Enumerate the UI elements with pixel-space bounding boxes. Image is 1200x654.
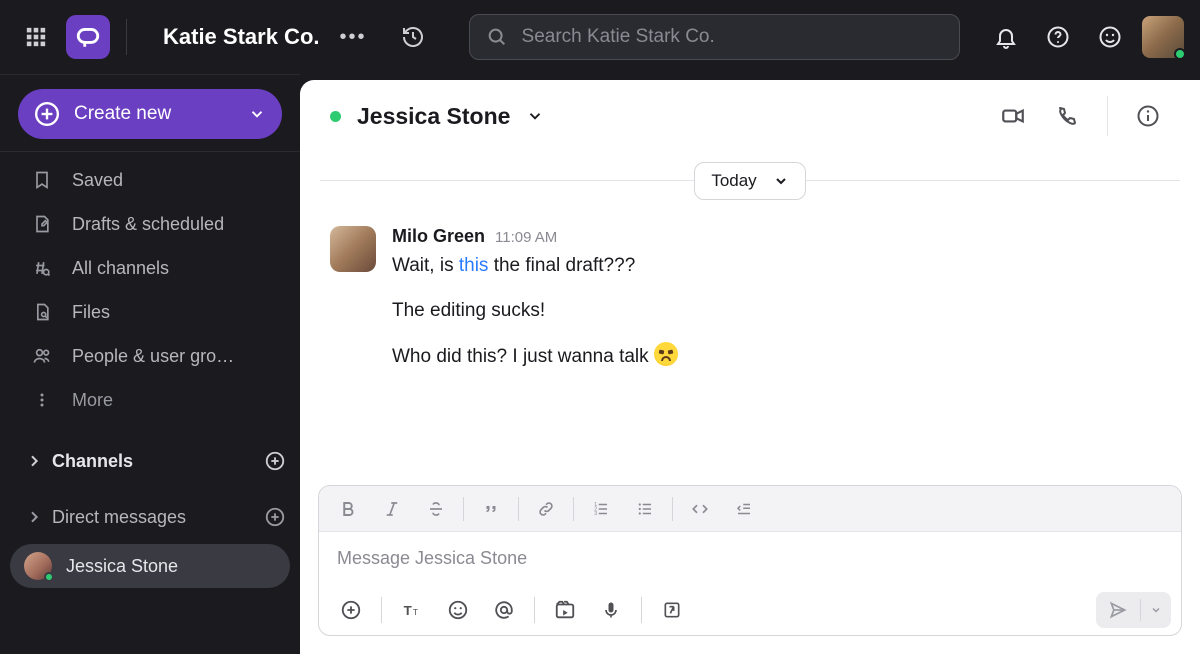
date-label: Today	[711, 171, 756, 191]
audio-call-icon[interactable]	[1045, 94, 1089, 138]
nav-label: Files	[72, 302, 110, 323]
sidebar: Create new Saved Drafts & scheduled All …	[0, 74, 300, 654]
ordered-list-icon[interactable]: 123	[580, 491, 622, 527]
org-menu-icon[interactable]: •••	[334, 26, 373, 49]
svg-text:3: 3	[594, 511, 597, 517]
send-icon[interactable]	[1096, 600, 1140, 620]
sidebar-item-saved[interactable]: Saved	[0, 158, 300, 202]
message-time: 11:09 AM	[495, 229, 557, 246]
message-list: Milo Green 11:09 AM Wait, is this the fi…	[300, 204, 1200, 483]
more-vertical-icon	[30, 390, 54, 410]
conversation-panel: Jessica Stone Today Milo Green 11:09 AM	[300, 80, 1200, 654]
formatting-toolbar: 123	[319, 486, 1181, 532]
org-name[interactable]: Katie Stark Co.	[163, 24, 320, 50]
people-icon	[30, 346, 54, 366]
chevron-down-icon	[773, 173, 789, 189]
sidebar-item-all-channels[interactable]: All channels	[0, 246, 300, 290]
hash-search-icon	[30, 258, 54, 278]
message: Milo Green 11:09 AM Wait, is this the fi…	[330, 226, 1170, 387]
message-text: Wait, is this the final draft??? The edi…	[392, 251, 1170, 371]
conversation-title[interactable]: Jessica Stone	[357, 103, 510, 130]
link-icon[interactable]	[525, 491, 567, 527]
dm-item-jessica-stone[interactable]: Jessica Stone	[10, 544, 290, 588]
angry-face-emoji	[654, 342, 678, 366]
bold-icon[interactable]	[327, 491, 369, 527]
italic-icon[interactable]	[371, 491, 413, 527]
search-icon	[486, 26, 508, 48]
date-separator: Today	[300, 152, 1200, 204]
section-label: Direct messages	[52, 507, 254, 528]
video-clip-icon[interactable]	[543, 590, 587, 630]
strikethrough-icon[interactable]	[415, 491, 457, 527]
dm-label: Jessica Stone	[66, 556, 178, 577]
emoji-picker-icon[interactable]	[436, 590, 480, 630]
quote-icon[interactable]	[470, 491, 512, 527]
attach-icon[interactable]	[329, 590, 373, 630]
search-input[interactable]	[522, 26, 943, 48]
conversation-header: Jessica Stone	[300, 80, 1200, 152]
add-dm-icon[interactable]	[264, 506, 286, 528]
notifications-icon[interactable]	[986, 17, 1026, 57]
send-button-group	[1096, 592, 1171, 628]
message-link[interactable]: this	[459, 255, 489, 276]
date-jump-button[interactable]: Today	[694, 162, 805, 200]
divider	[126, 19, 127, 55]
draft-icon	[30, 214, 54, 234]
message-author[interactable]: Milo Green	[392, 226, 485, 247]
emoji-status-icon[interactable]	[1090, 17, 1130, 57]
help-icon[interactable]	[1038, 17, 1078, 57]
message-avatar[interactable]	[330, 226, 376, 272]
search-bar	[469, 14, 960, 60]
chevron-right-icon	[26, 509, 42, 525]
section-label: Channels	[52, 451, 254, 472]
shortcut-icon[interactable]	[650, 590, 694, 630]
send-options-icon[interactable]	[1141, 604, 1171, 616]
message-input[interactable]: Message Jessica Stone	[319, 532, 1181, 585]
mention-icon[interactable]	[482, 590, 526, 630]
top-bar: Katie Stark Co. •••	[0, 0, 1200, 74]
bookmark-icon	[30, 170, 54, 190]
composer-actions: TT	[319, 585, 1181, 635]
sidebar-item-files[interactable]: Files	[0, 290, 300, 334]
add-channel-icon[interactable]	[264, 450, 286, 472]
create-new-label: Create new	[74, 103, 234, 125]
sidebar-item-people[interactable]: People & user gro…	[0, 334, 300, 378]
history-icon[interactable]	[393, 17, 433, 57]
nav-label: Saved	[72, 170, 123, 191]
video-call-icon[interactable]	[991, 94, 1035, 138]
audio-clip-icon[interactable]	[589, 590, 633, 630]
sidebar-item-more[interactable]: More	[0, 378, 300, 422]
chevron-right-icon	[26, 453, 42, 469]
nav-label: All channels	[72, 258, 169, 279]
sidebar-item-drafts[interactable]: Drafts & scheduled	[0, 202, 300, 246]
divider	[1107, 96, 1108, 136]
create-new-button[interactable]: Create new	[18, 89, 282, 139]
dm-section-header[interactable]: Direct messages	[0, 494, 300, 540]
bullet-list-icon[interactable]	[624, 491, 666, 527]
composer: 123 Message Jessica Stone TT	[300, 483, 1200, 654]
apps-grid-icon[interactable]	[16, 17, 56, 57]
info-icon[interactable]	[1126, 94, 1170, 138]
dm-avatar	[24, 552, 52, 580]
plus-circle-icon	[34, 101, 60, 127]
svg-text:T: T	[404, 603, 412, 618]
chevron-down-icon[interactable]	[526, 107, 544, 125]
svg-text:T: T	[413, 607, 418, 617]
message-placeholder: Message Jessica Stone	[337, 548, 527, 568]
user-avatar[interactable]	[1142, 16, 1184, 58]
channels-section-header[interactable]: Channels	[0, 438, 300, 484]
presence-indicator	[1174, 48, 1186, 60]
app-logo[interactable]	[66, 15, 110, 59]
code-icon[interactable]	[679, 491, 721, 527]
presence-indicator	[44, 572, 54, 582]
code-block-icon[interactable]	[723, 491, 765, 527]
nav-label: More	[72, 390, 113, 411]
nav-label: Drafts & scheduled	[72, 214, 224, 235]
nav-label: People & user gro…	[72, 346, 234, 367]
presence-indicator	[330, 111, 341, 122]
text-format-icon[interactable]: TT	[390, 590, 434, 630]
file-icon	[30, 302, 54, 322]
chevron-down-icon	[248, 105, 266, 123]
